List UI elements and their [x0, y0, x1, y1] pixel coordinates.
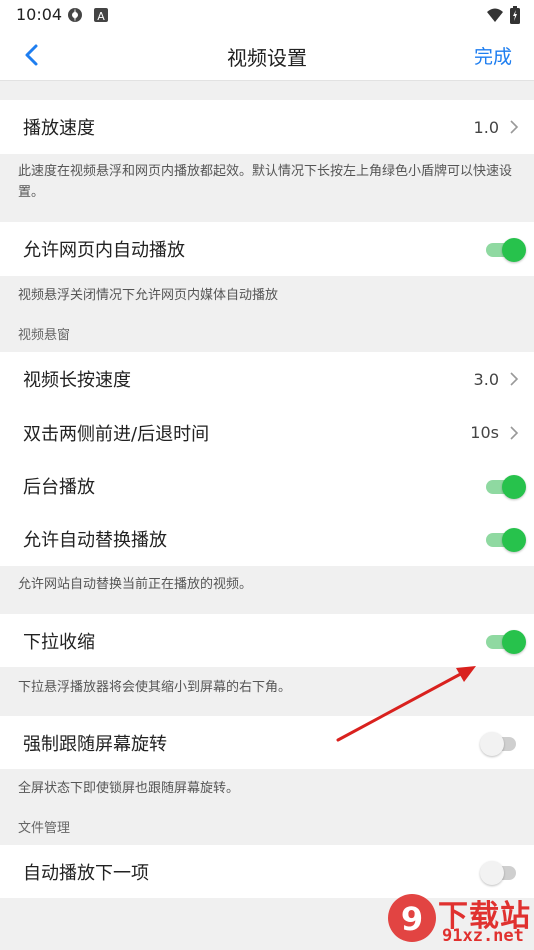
status-time: 10:04: [16, 5, 63, 24]
auto-replace-toggle[interactable]: [482, 527, 526, 552]
allow-inline-autoplay-label: 允许网页内自动播放: [23, 240, 185, 261]
background-play-label: 后台播放: [23, 476, 95, 498]
chevron-right-icon: [510, 425, 519, 440]
section-header-float-window: 视频悬窗: [18, 328, 71, 343]
auto-replace-note: 允许网站自动替换当前正在播放的视频。: [18, 577, 253, 592]
chevron-right-icon: [510, 372, 519, 386]
watermark-text-line2: 91xz.net: [442, 926, 524, 946]
autoplay-next-toggle[interactable]: [480, 860, 522, 885]
long-press-speed-value: 3.0: [473, 369, 499, 389]
status-bar: 10:04 A: [0, 0, 534, 30]
svg-text:A: A: [97, 10, 105, 23]
auto-replace-row: 允许自动替换播放: [0, 512, 534, 566]
double-tap-seek-row[interactable]: 双击两侧前进/后退时间 10s: [0, 406, 534, 459]
battery-charging-icon: [510, 6, 520, 24]
long-press-speed-row[interactable]: 视频长按速度 3.0: [0, 352, 534, 406]
annotation-arrow-icon: [336, 666, 476, 742]
allow-inline-autoplay-toggle[interactable]: [482, 237, 526, 262]
page-title: 视频设置: [227, 46, 307, 70]
double-tap-seek-value: 10s: [470, 423, 499, 442]
double-tap-seek-label: 双击两侧前进/后退时间: [23, 423, 210, 445]
background-play-row: 后台播放: [0, 459, 534, 512]
background-play-toggle[interactable]: [482, 474, 526, 499]
chevron-right-icon: [510, 120, 519, 134]
playback-speed-note: 此速度在视频悬浮和网页内播放都起效。默认情况下长按左上角绿色小盾牌可以快速设置。: [18, 164, 513, 200]
pull-down-shrink-toggle[interactable]: [482, 629, 526, 654]
watermark-badge: 9: [401, 900, 423, 938]
playback-speed-row[interactable]: 播放速度 1.0: [0, 100, 534, 154]
force-rotation-label: 强制跟随屏幕旋转: [23, 733, 167, 755]
auto-replace-label: 允许自动替换播放: [23, 530, 167, 551]
settings-gear-icon: [68, 8, 82, 22]
playback-speed-label: 播放速度: [23, 118, 95, 139]
autoplay-next-label: 自动播放下一项: [23, 862, 149, 884]
wifi-icon: [487, 8, 503, 22]
pull-down-shrink-label: 下拉收缩: [23, 631, 95, 653]
allow-inline-autoplay-note: 视频悬浮关闭情况下允许网页内媒体自动播放: [18, 288, 279, 303]
a-letter-icon: A: [94, 8, 108, 23]
section-header-file-management: 文件管理: [18, 821, 71, 836]
nav-bar: 视频设置 完成: [0, 30, 534, 81]
allow-inline-autoplay-row: 允许网页内自动播放: [0, 222, 534, 276]
playback-speed-value: 1.0: [473, 117, 499, 137]
done-button[interactable]: 完成: [474, 42, 512, 69]
long-press-speed-label: 视频长按速度: [23, 370, 131, 391]
force-rotation-note: 全屏状态下即使锁屏也跟随屏幕旋转。: [18, 781, 240, 796]
